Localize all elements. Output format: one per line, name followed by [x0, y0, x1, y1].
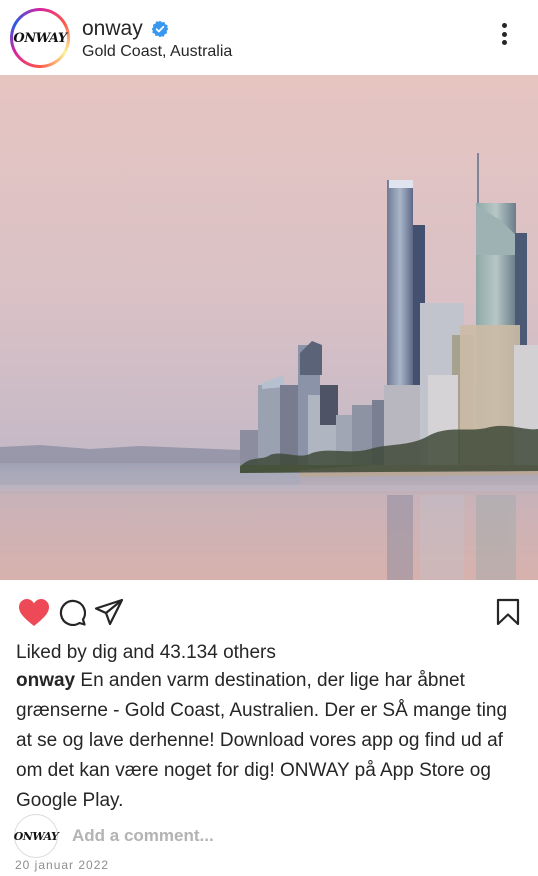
likes-summary[interactable]: Liked by dig and 43.134 others	[16, 642, 276, 664]
heart-icon[interactable]	[18, 598, 50, 628]
post-date: 20 januar 2022	[15, 858, 110, 872]
caption-username[interactable]: onway	[16, 670, 75, 691]
post-image[interactable]	[0, 75, 538, 580]
paper-plane-icon[interactable]	[94, 598, 124, 626]
post-caption: onway En anden varm destination, der lig…	[16, 666, 524, 816]
post-actions	[0, 580, 538, 640]
add-comment-row: ONWAY	[14, 814, 524, 858]
caption-text: En anden varm destination, der lige har …	[16, 670, 508, 811]
post-header: ONWAY onway Gold Coast, Australia	[0, 0, 538, 75]
bookmark-icon[interactable]	[496, 598, 520, 626]
add-comment-input[interactable]	[72, 826, 472, 846]
likes-count[interactable]: 43.134 others	[160, 642, 276, 663]
liked-by-user[interactable]: dig	[92, 642, 117, 663]
post-location[interactable]: Gold Coast, Australia	[82, 43, 232, 61]
current-user-avatar: ONWAY	[14, 814, 59, 858]
profile-avatar[interactable]: ONWAY	[10, 8, 70, 68]
more-options-icon[interactable]	[493, 20, 515, 48]
post-username[interactable]: onway	[82, 17, 143, 41]
onway-logo: ONWAY	[13, 14, 67, 62]
comment-icon[interactable]	[58, 598, 86, 626]
verified-badge-icon	[151, 20, 169, 38]
